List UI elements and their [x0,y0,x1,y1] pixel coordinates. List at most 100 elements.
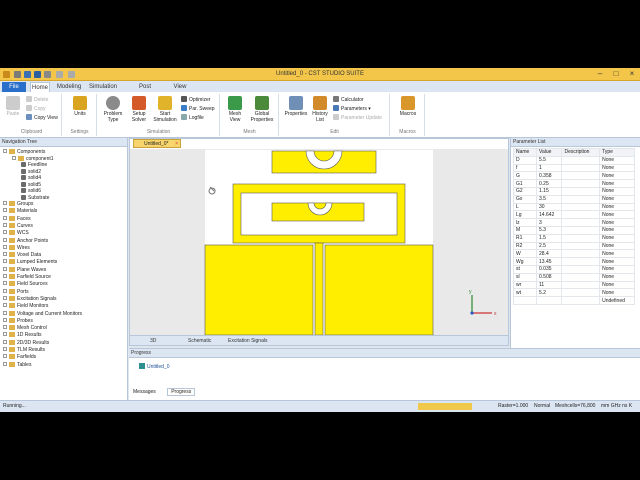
parameter-row[interactable]: M 5.3 None [513,225,635,235]
parameter-cell[interactable]: Gx [513,194,537,204]
copy-view-button[interactable]: Copy View [26,114,58,122]
close-icon[interactable]: × [624,68,640,80]
parameter-cell[interactable]: 0.035 [535,264,563,274]
parameter-cell[interactable] [561,163,601,173]
tree-item[interactable]: Lumped Elements [3,259,57,265]
tab-schematic[interactable]: Schematic [188,337,211,345]
parameter-cell[interactable] [535,296,563,305]
parameter-cell[interactable]: 1.15 [535,186,563,196]
tree-item[interactable]: TLM Results [3,347,45,353]
parameter-cell[interactable] [561,186,601,196]
expand-icon[interactable] [3,149,7,153]
col-description[interactable]: Description [561,148,601,157]
parameter-cell[interactable]: f [513,163,537,173]
expand-icon[interactable] [3,208,7,213]
parameter-cell[interactable] [561,241,601,251]
parameter-cell[interactable]: Undefined [599,296,635,305]
tree-item[interactable]: Probes [3,317,33,324]
parameter-cell[interactable]: 5.3 [535,225,563,235]
tab-messages[interactable]: Messages [133,389,156,395]
minimize-icon[interactable]: – [592,68,608,80]
expand-icon[interactable] [3,332,7,337]
paste-button[interactable]: Paste [5,96,21,117]
tree-item[interactable]: Anchor Points [3,237,48,244]
parameter-cell[interactable]: 3 [535,218,563,227]
parameter-cell[interactable]: Lg [513,210,537,220]
parameter-cell[interactable]: None [599,225,635,235]
global-properties-button[interactable]: Global Properties [247,96,277,123]
parameter-cell[interactable] [561,280,601,290]
tree-item[interactable]: Mesh Control [3,325,47,331]
parameter-row[interactable]: L 30 None [513,202,635,212]
parameter-cell[interactable]: None [599,179,635,188]
parameter-cell[interactable]: None [599,233,635,243]
expand-icon[interactable] [3,230,7,235]
expand-icon[interactable] [3,325,7,330]
parameter-cell[interactable]: R2 [513,241,537,251]
parameter-row[interactable]: Wg 13.45 None [513,257,635,266]
tree-item[interactable]: Substrate [21,194,49,201]
parameter-cell[interactable]: None [599,280,635,290]
parameter-cell[interactable]: None [599,194,635,204]
parameter-cell[interactable] [561,171,601,181]
history-list-button[interactable]: History List [309,96,331,123]
parameter-update-button[interactable]: Parameter Update [333,114,382,122]
tree-item[interactable]: solid5 [21,181,41,188]
tree-item[interactable]: Field Monitors [3,303,48,309]
par-sweep-button[interactable]: Par. Sweep [181,105,215,113]
tree-item[interactable]: Farfield Source [3,274,51,280]
parameter-cell[interactable]: None [599,218,635,227]
parameter-row[interactable]: G1 0.25 None [513,179,635,188]
expand-icon[interactable] [3,288,7,293]
parameter-cell[interactable]: sl [513,272,537,282]
parameter-cell[interactable]: 14.642 [535,210,563,220]
col-type[interactable]: Type [599,148,635,157]
expand-icon[interactable] [12,155,16,160]
problem-type-button[interactable]: Problem Type [102,96,124,123]
delete-button[interactable]: Delete [26,96,48,104]
parameter-cell[interactable]: 0.25 [535,179,563,188]
expand-icon[interactable] [3,222,7,227]
parameter-cell[interactable]: None [599,155,635,165]
tree-item[interactable]: solid4 [21,175,41,181]
parameter-row[interactable]: st 0.035 None [513,264,635,274]
tree-item[interactable]: Components [3,149,45,155]
parameter-cell[interactable] [561,155,601,165]
setup-solver-button[interactable]: Setup Solver [128,96,150,123]
parameter-cell[interactable] [561,272,601,282]
parameter-cell[interactable]: None [599,171,635,181]
expand-icon[interactable] [3,310,7,315]
tree-item[interactable]: Farfields [3,354,36,360]
tree-item[interactable]: Wires [3,244,30,251]
tree-item[interactable]: Voltage and Current Monitors [3,310,82,317]
tab-file[interactable]: File [2,82,26,92]
tree-item[interactable]: 1D Results [3,332,41,338]
parameter-cell[interactable]: D [513,155,537,165]
tab-post-processing[interactable]: Post Processing [124,82,166,100]
tree-item[interactable]: Plane Waves [3,266,46,273]
parameter-row[interactable]: G2 1.15 None [513,186,635,196]
parameter-cell[interactable]: 1 [535,163,563,173]
expand-icon[interactable] [3,361,7,366]
parameter-cell[interactable]: 5.5 [535,155,563,165]
tree-item[interactable]: component1 [12,155,54,162]
tree-item[interactable]: Tables [3,361,31,368]
parameter-cell[interactable]: None [599,202,635,212]
tab-simulation[interactable]: Simulation [88,82,118,92]
tab-3d[interactable]: 3D [150,337,156,345]
parameter-cell[interactable]: None [599,264,635,274]
parameter-cell[interactable]: 0.358 [535,171,563,181]
parameter-row[interactable]: sl 0.508 None [513,272,635,282]
parameter-cell[interactable]: lz [513,218,537,227]
expand-icon[interactable] [3,244,7,249]
parameter-cell[interactable]: None [599,249,635,259]
tree-item[interactable]: Materials [3,208,37,214]
parameter-cell[interactable] [561,218,601,227]
properties-button[interactable]: Properties [283,96,309,117]
parameter-cell[interactable]: None [599,186,635,196]
parameter-cell[interactable]: 30 [535,202,563,212]
tree-item[interactable]: Ports [3,288,29,295]
expand-icon[interactable] [3,252,7,257]
parameter-row[interactable]: f 1 None [513,163,635,173]
expand-icon[interactable] [3,354,7,359]
